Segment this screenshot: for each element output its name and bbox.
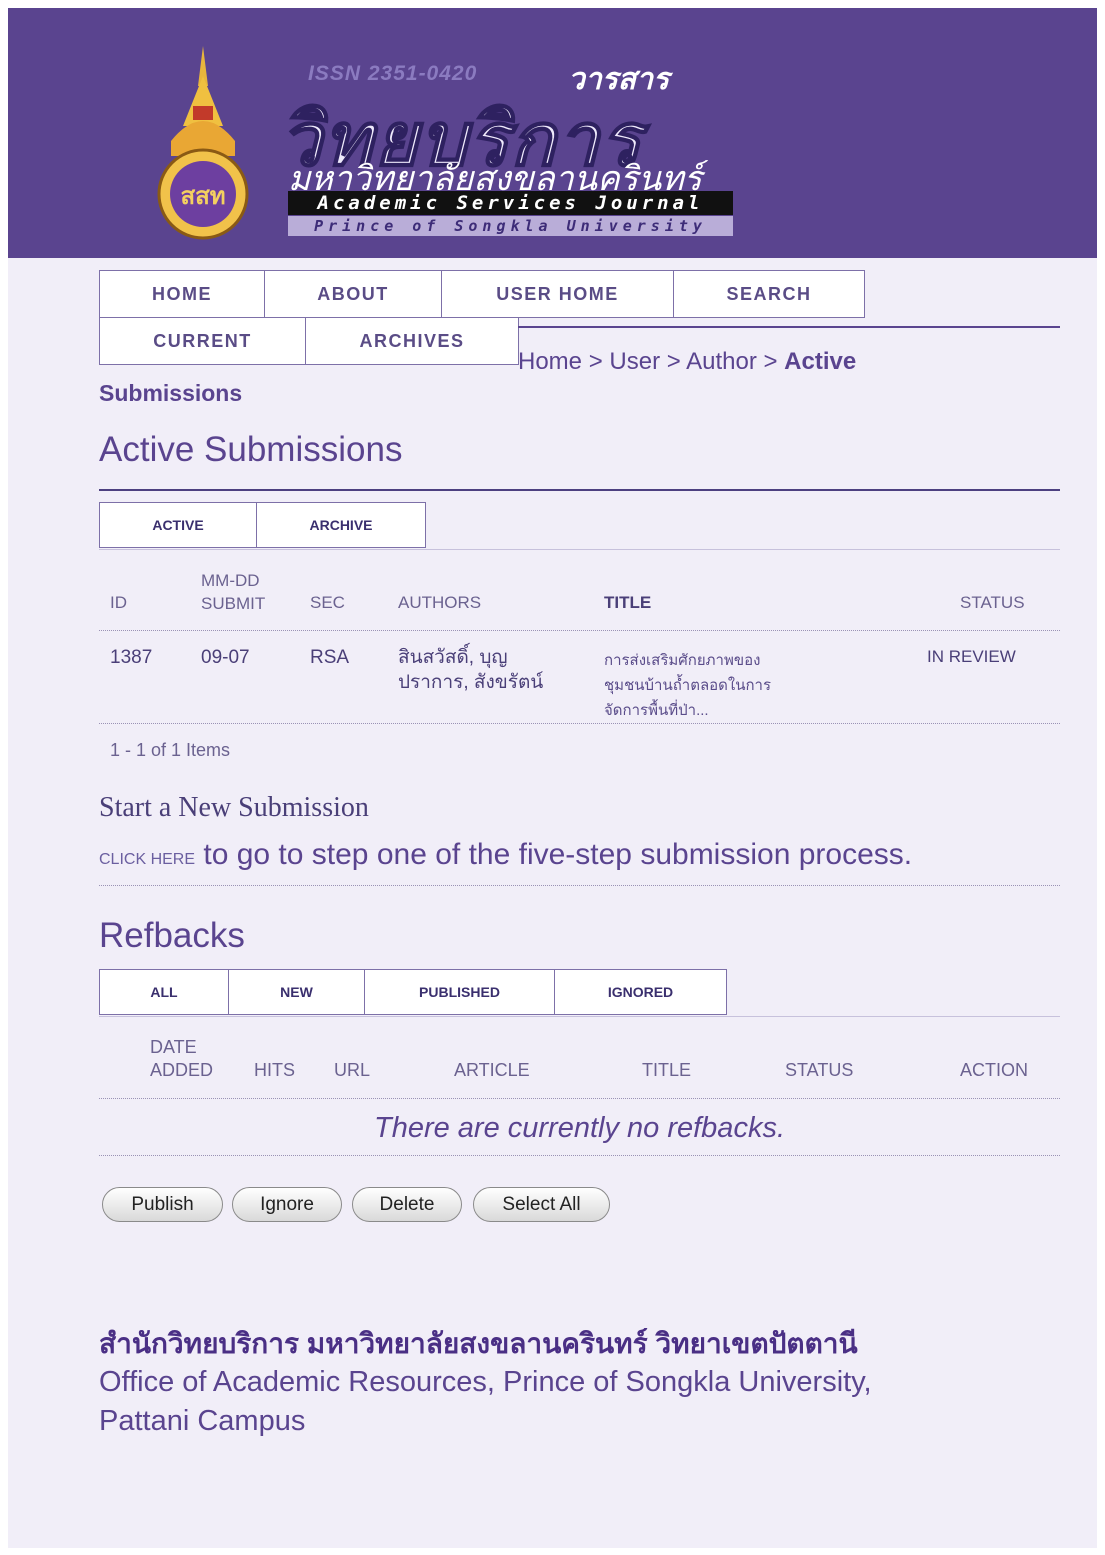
column-header-hits[interactable]: HITS [254, 1059, 295, 1082]
nav-home[interactable]: HOME [99, 270, 265, 318]
submission-authors: สินสวัสดิ์, บุญ ปราการ, สังขรัตน์ [398, 645, 543, 695]
section-divider [99, 885, 1060, 886]
pagination-info: 1 - 1 of 1 Items [110, 740, 231, 760]
column-header-authors[interactable]: AUTHORS [398, 591, 481, 614]
tab-new[interactable]: NEW [228, 969, 365, 1015]
column-header-id: ID [110, 593, 127, 612]
column-header-url[interactable]: URL [334, 1059, 370, 1082]
column-header-date-added-line1: DATE [150, 1037, 197, 1057]
delete-button[interactable]: Delete [352, 1187, 462, 1222]
submission-id: 1387 [110, 647, 153, 668]
tab-published[interactable]: PUBLISHED [364, 969, 555, 1015]
column-header-action: ACTION [960, 1060, 1029, 1080]
submission-status-link[interactable]: IN REVIEW [927, 644, 1016, 669]
tab-archive[interactable]: ARCHIVE [256, 502, 426, 548]
breadcrumb-separator: > [763, 348, 778, 375]
nav-user-home[interactable]: USER HOME [441, 270, 674, 318]
refbacks-bottom-divider [99, 1155, 1060, 1156]
submission-title-line2: ชุมชนบ้านถ้ำตลอดในการ [604, 677, 772, 694]
submission-title-link[interactable]: การส่งเสริมศักยภาพของ ชุมชนบ้านถ้ำตลอดใน… [604, 648, 771, 723]
submission-authors-line2: ปราการ, สังขรัตน์ [398, 672, 544, 693]
university-english-name: Prince of Songkla University [288, 216, 733, 236]
column-header-article[interactable]: ARTICLE [454, 1059, 530, 1082]
breadcrumb-user[interactable]: User [609, 348, 660, 375]
select-all-button[interactable]: Select All [473, 1187, 610, 1222]
breadcrumb-current[interactable]: Active [784, 348, 856, 375]
nav-about[interactable]: ABOUT [264, 270, 442, 318]
submission-title-line3: จัดการพื้นที่ป่า... [604, 702, 709, 719]
column-header-status[interactable]: STATUS [960, 591, 1025, 614]
title-divider [99, 489, 1060, 491]
footer-english-name: Office of Academic Resources, Prince of … [99, 1363, 872, 1441]
new-submission-description: to go to step one of the five-step submi… [203, 838, 913, 871]
nav-search[interactable]: SEARCH [673, 270, 865, 318]
breadcrumb-home[interactable]: Home [518, 348, 582, 375]
submission-authors-line1: สินสวัสดิ์, บุญ [398, 647, 508, 668]
submission-section: RSA [310, 647, 350, 668]
breadcrumb-current-continued[interactable]: Submissions [99, 380, 242, 407]
journal-english-name: Academic Services Journal [288, 191, 733, 215]
tab-all[interactable]: ALL [99, 969, 229, 1015]
tab-active[interactable]: ACTIVE [99, 502, 257, 548]
column-header-refback-status[interactable]: STATUS [785, 1059, 853, 1082]
column-header-refback-title[interactable]: TITLE [642, 1059, 691, 1082]
submission-title-line1: การส่งเสริมศักยภาพของ [604, 652, 761, 669]
site-header: สสท ISSN 2351-0420 วารสาร วิทยบริการ มหา… [8, 8, 1097, 258]
refbacks-header-divider [99, 1098, 1060, 1099]
new-submission-heading: Start a New Submission [99, 792, 369, 823]
column-header-date-line1: MM-DD [201, 571, 260, 590]
nav-current[interactable]: CURRENT [99, 317, 306, 365]
column-header-title[interactable]: TITLE [604, 591, 651, 614]
university-emblem-logo: สสท [157, 46, 249, 240]
footer-thai-name: สำนักวิทยบริการ มหาวิทยาลัยสงขลานครินทร์… [99, 1328, 858, 1359]
submission-date: 09-07 [201, 647, 250, 668]
empty-refbacks-message: There are currently no refbacks. [373, 1112, 785, 1144]
new-submission-text: CLICK HERE to go to step one of the five… [99, 838, 912, 872]
footer-english-line1: Office of Academic Resources, Prince of … [99, 1366, 872, 1398]
page-title: Active Submissions [99, 430, 403, 469]
publish-button[interactable]: Publish [102, 1187, 223, 1222]
refbacks-heading: Refbacks [99, 916, 245, 955]
page: สสท ISSN 2351-0420 วารสาร วิทยบริการ มหา… [8, 8, 1097, 1548]
footer-english-line2: Pattani Campus [99, 1405, 306, 1437]
breadcrumb-separator: > [588, 348, 603, 375]
column-header-date-line2: SUBMIT [201, 594, 266, 613]
column-header-date[interactable]: MM-DD SUBMIT [201, 569, 265, 615]
column-header-date-added[interactable]: DATE ADDED [150, 1036, 213, 1082]
breadcrumb: Home > User > Author > Active [518, 348, 856, 376]
click-here-link[interactable]: CLICK HERE [99, 851, 195, 868]
column-header-sec[interactable]: SEC [310, 591, 345, 614]
breadcrumb-separator: > [666, 348, 681, 375]
ignore-button[interactable]: Ignore [232, 1187, 342, 1222]
tabs-divider [99, 549, 1060, 550]
nav-archives[interactable]: ARCHIVES [305, 317, 519, 365]
refbacks-tabs-divider [99, 1016, 1060, 1017]
tab-ignored[interactable]: IGNORED [554, 969, 727, 1015]
header-row-divider [99, 630, 1060, 631]
column-header-date-added-line2: ADDED [150, 1060, 214, 1080]
nav-divider [518, 326, 1060, 328]
row-divider [99, 723, 1060, 724]
logo-text: สสท [180, 183, 225, 210]
breadcrumb-author[interactable]: Author [686, 348, 757, 375]
